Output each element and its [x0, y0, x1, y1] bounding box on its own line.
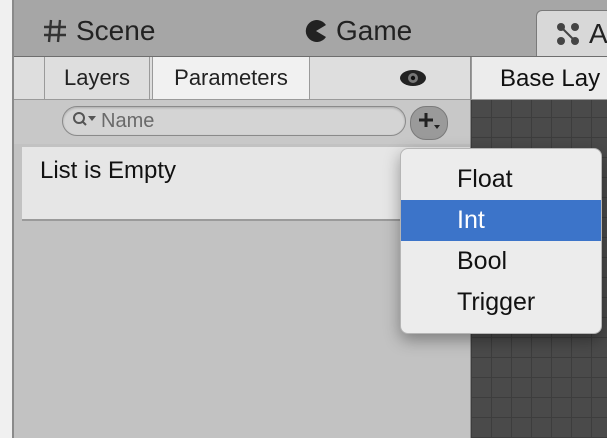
tab-animator[interactable]: A: [536, 10, 607, 56]
search-input[interactable]: [99, 108, 383, 134]
pacman-icon: [304, 19, 328, 43]
tab-animator-label: A: [589, 17, 607, 49]
graph-breadcrumb-bar: Base Lay: [471, 57, 607, 100]
eye-icon[interactable]: [398, 67, 428, 94]
add-parameter-button[interactable]: [410, 106, 448, 140]
tab-game[interactable]: Game: [304, 6, 412, 56]
animator-icon: [555, 21, 581, 47]
menu-item-bool[interactable]: Bool: [401, 241, 601, 282]
search-row: [14, 100, 470, 144]
search-field[interactable]: [62, 106, 406, 136]
list-empty-text: List is Empty: [40, 157, 177, 184]
menu-item-float[interactable]: Float: [401, 159, 601, 200]
grid-hash-icon: [42, 18, 68, 44]
parameter-type-menu: Float Int Bool Trigger: [400, 148, 602, 334]
plus-dropdown-icon: [417, 110, 441, 137]
menu-item-trigger[interactable]: Trigger: [401, 282, 601, 323]
tab-game-label: Game: [336, 15, 413, 46]
subtab-layers[interactable]: Layers: [44, 57, 150, 99]
subtab-parameters[interactable]: Parameters: [152, 57, 310, 99]
tab-strip: Scene Game A: [14, 0, 607, 57]
base-layer-breadcrumb[interactable]: Base Lay: [500, 65, 600, 93]
subtab-bar: Layers Parameters: [14, 57, 470, 100]
tab-scene[interactable]: Scene: [42, 6, 155, 56]
menu-item-int[interactable]: Int: [401, 200, 601, 241]
search-dropdown-icon[interactable]: [71, 110, 99, 133]
tab-scene-label: Scene: [76, 15, 156, 46]
